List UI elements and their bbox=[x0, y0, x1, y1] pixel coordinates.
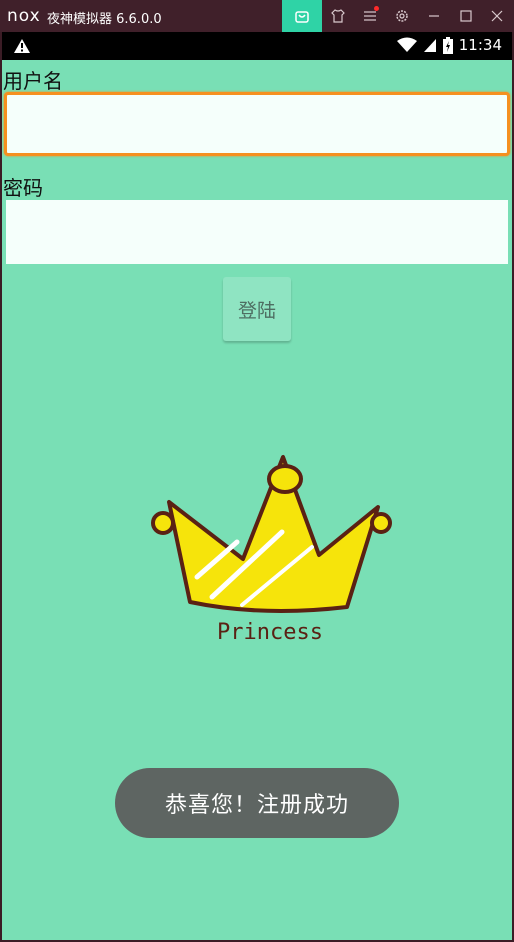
battery-icon bbox=[442, 36, 453, 54]
status-icons: 11:34 bbox=[396, 36, 502, 54]
username-input[interactable] bbox=[7, 95, 507, 153]
emulator-title: 夜神模拟器 6.6.0.0 bbox=[47, 12, 162, 27]
password-field[interactable] bbox=[4, 198, 510, 266]
clock: 11:34 bbox=[458, 36, 502, 54]
warning-icon bbox=[14, 39, 30, 53]
username-label: 用户名 bbox=[3, 69, 63, 93]
password-label: 密码 bbox=[3, 176, 43, 200]
settings-button[interactable] bbox=[386, 0, 418, 32]
android-screen: 11:34 用户名 密码 登陆 Princess 恭喜您！注册成功 bbox=[2, 32, 512, 940]
toast-message: 恭喜您！注册成功 bbox=[115, 768, 399, 838]
maximize-button[interactable] bbox=[450, 0, 482, 32]
shirt-icon bbox=[331, 9, 345, 23]
close-icon bbox=[491, 10, 503, 22]
wifi-icon bbox=[396, 37, 417, 52]
status-bar: 11:34 bbox=[2, 32, 512, 60]
login-button[interactable]: 登陆 bbox=[223, 277, 291, 341]
minimize-icon bbox=[429, 15, 439, 17]
close-button[interactable] bbox=[481, 0, 513, 32]
bag-icon bbox=[295, 11, 309, 23]
settings-icon bbox=[396, 10, 408, 22]
emulator-titlebar: nox 夜神模拟器 6.6.0.0 bbox=[0, 0, 514, 32]
princess-crown-image: Princess bbox=[151, 455, 392, 645]
menu-button[interactable] bbox=[354, 0, 386, 32]
maximize-icon bbox=[460, 10, 472, 22]
shirt-button[interactable] bbox=[322, 0, 354, 32]
password-input[interactable] bbox=[6, 200, 508, 264]
username-field[interactable] bbox=[4, 92, 510, 156]
minimize-button[interactable] bbox=[418, 0, 450, 32]
crown-icon bbox=[151, 455, 392, 613]
nox-logo: nox bbox=[7, 6, 41, 26]
crown-caption: Princess bbox=[217, 620, 323, 645]
notification-dot bbox=[374, 6, 379, 11]
bag-button[interactable] bbox=[282, 0, 322, 32]
signal-icon bbox=[423, 39, 436, 52]
